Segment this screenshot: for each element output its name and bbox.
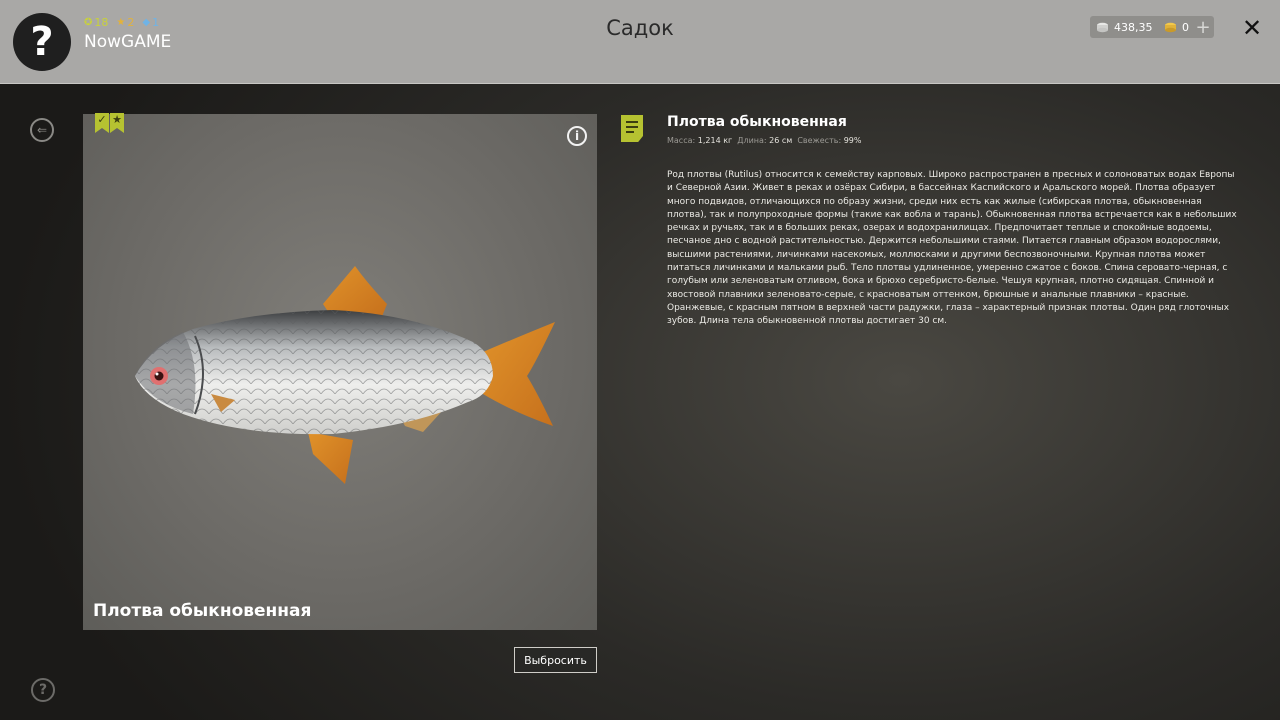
back-button[interactable]: ⇐ bbox=[30, 118, 54, 142]
gold-coins-icon bbox=[1165, 22, 1176, 32]
silver-balance[interactable]: 438,35 bbox=[1090, 16, 1164, 38]
info-button[interactable]: i bbox=[567, 126, 587, 146]
mass-label: Масса: bbox=[667, 136, 696, 145]
top-bar: ? ✪ 18 ★ 2 ◆ 1 NowGAME Садок 438,35 0 + … bbox=[0, 0, 1280, 84]
back-arrow-icon: ⇐ bbox=[36, 123, 48, 137]
page-title: Садок bbox=[606, 16, 674, 40]
plus-icon: + bbox=[1195, 16, 1211, 38]
freshness-value: 99% bbox=[843, 136, 862, 145]
fish-badges: ✓ ★ bbox=[95, 113, 124, 133]
mass-stat: Масса: 1,214 кг bbox=[667, 136, 732, 145]
fish-description: Род плотвы (Rutilus) относится к семейст… bbox=[667, 170, 1237, 327]
fish-stats: Масса: 1,214 кг Длина: 26 см Свежесть: 9… bbox=[667, 136, 861, 145]
gold-value: 0 bbox=[1182, 20, 1189, 34]
freshness-label: Свежесть: bbox=[797, 136, 842, 145]
star-badge-icon: ★ bbox=[110, 113, 124, 133]
close-button[interactable]: ✕ bbox=[1238, 14, 1266, 42]
fish-title: Плотва обыкновенная bbox=[667, 114, 847, 130]
length-value: 26 см bbox=[769, 136, 793, 145]
close-icon: ✕ bbox=[1241, 14, 1263, 42]
freshness-stat: Свежесть: 99% bbox=[797, 136, 861, 145]
info-icon: i bbox=[574, 129, 580, 143]
check-badge-icon: ✓ bbox=[95, 113, 109, 133]
silver-value: 438,35 bbox=[1114, 20, 1153, 34]
note-icon bbox=[621, 115, 643, 142]
length-label: Длина: bbox=[737, 136, 767, 145]
help-icon: ? bbox=[38, 682, 48, 698]
length-stat: Длина: 26 см bbox=[737, 136, 792, 145]
fish-image bbox=[135, 266, 555, 484]
mass-value: 1,214 кг bbox=[697, 136, 733, 145]
silver-coins-icon bbox=[1097, 22, 1108, 32]
help-button[interactable]: ? bbox=[31, 678, 55, 702]
add-currency-button[interactable]: + bbox=[1192, 16, 1214, 38]
fish-caption: Плотва обыкновенная bbox=[93, 601, 312, 621]
discard-button[interactable]: Выбросить bbox=[514, 647, 597, 673]
